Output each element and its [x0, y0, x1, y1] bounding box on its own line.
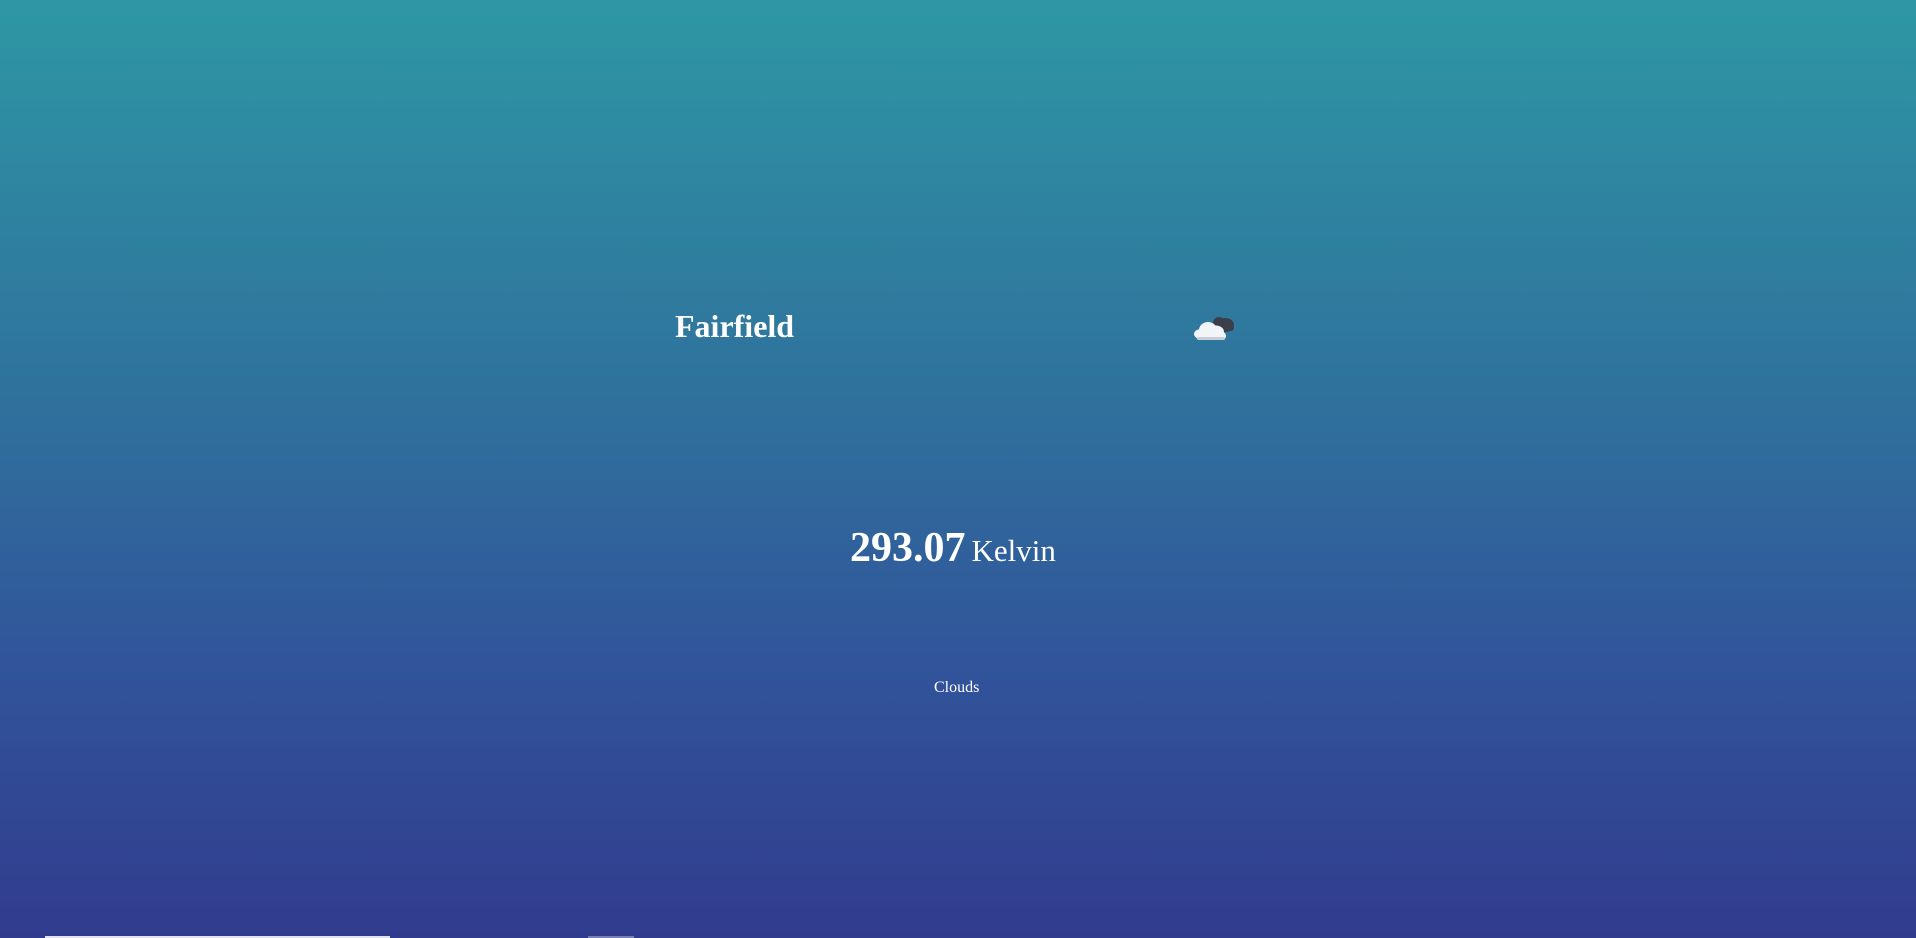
temperature-unit: Kelvin — [971, 533, 1056, 568]
cloud-with-moon-icon — [1192, 310, 1238, 344]
city-name: Fairfield — [675, 308, 795, 344]
temperature-value: 293.07 — [850, 525, 966, 571]
weather-condition: Clouds — [934, 679, 980, 696]
temperature-readout: 293.07 Kelvin — [850, 522, 1056, 583]
